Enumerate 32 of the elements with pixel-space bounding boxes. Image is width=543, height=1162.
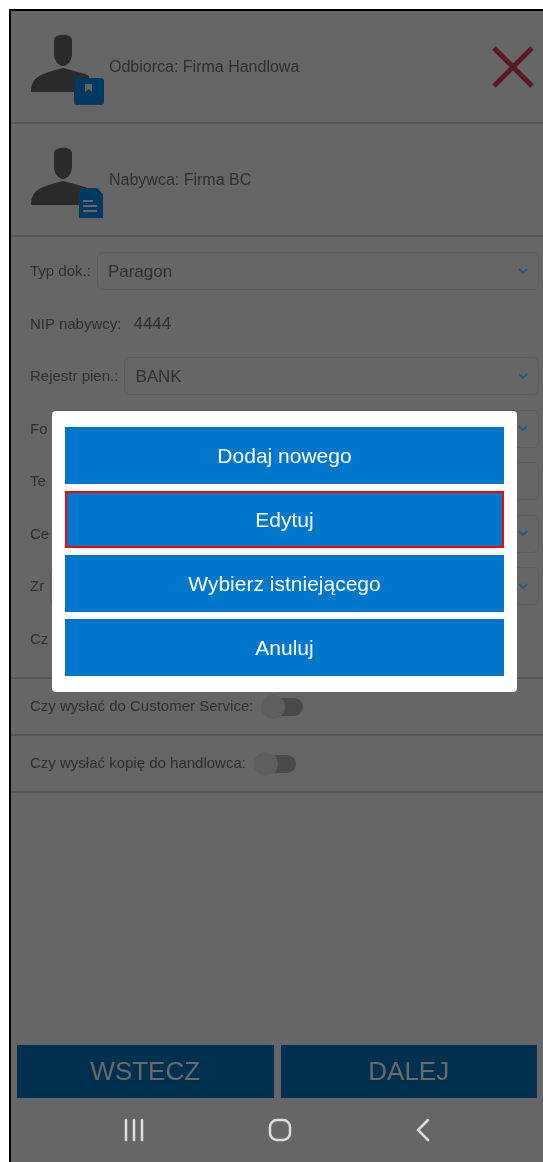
home-icon[interactable]	[268, 1118, 292, 1142]
toggle-switch[interactable]	[263, 697, 304, 716]
field-label: Typ dok.:	[30, 261, 91, 281]
chevron-down-icon	[518, 267, 528, 275]
toggle-label: Czy wysłać kopię do handlowca:	[30, 753, 246, 774]
field-label: Ce	[30, 523, 50, 544]
dialog-option-button[interactable]: Anuluj	[65, 619, 504, 676]
chevron-down-icon	[518, 372, 528, 380]
dialog-option-button[interactable]: Dodaj nowego	[65, 427, 504, 484]
toggle-label: Czy wysłać do Customer Service:	[30, 696, 254, 717]
dialog-option-button[interactable]: Edytuj	[65, 491, 504, 548]
field-label: Zr	[30, 576, 45, 596]
field-label: Fo	[30, 418, 48, 439]
field-label: Rejestr pien.:	[30, 366, 119, 386]
nav-button[interactable]: DALEJ	[280, 1045, 537, 1098]
field-value: 4444	[133, 313, 172, 335]
back-icon[interactable]	[415, 1118, 432, 1142]
chevron-down-icon	[518, 425, 528, 433]
chevron-down-icon	[518, 530, 528, 538]
party-label: Odbiorca: Firma Handlowa	[109, 56, 301, 77]
nav-button[interactable]: WSTECZ	[17, 1045, 274, 1098]
chevron-down-icon	[518, 582, 528, 590]
field-label: NIP nabywcy:	[30, 313, 122, 334]
dropdown-field[interactable]: Paragon	[96, 252, 539, 291]
recent-apps-icon[interactable]	[122, 1118, 145, 1142]
dialog-option-button[interactable]: Wybierz istniejącego	[65, 555, 504, 612]
field-label: Te	[30, 471, 46, 491]
party-label: Nabywca: Firma BC	[109, 169, 253, 190]
dropdown-field[interactable]: BANK	[124, 357, 539, 396]
field-label: Cz	[30, 628, 49, 649]
toggle-switch[interactable]	[255, 754, 296, 773]
close-icon[interactable]	[491, 44, 535, 89]
